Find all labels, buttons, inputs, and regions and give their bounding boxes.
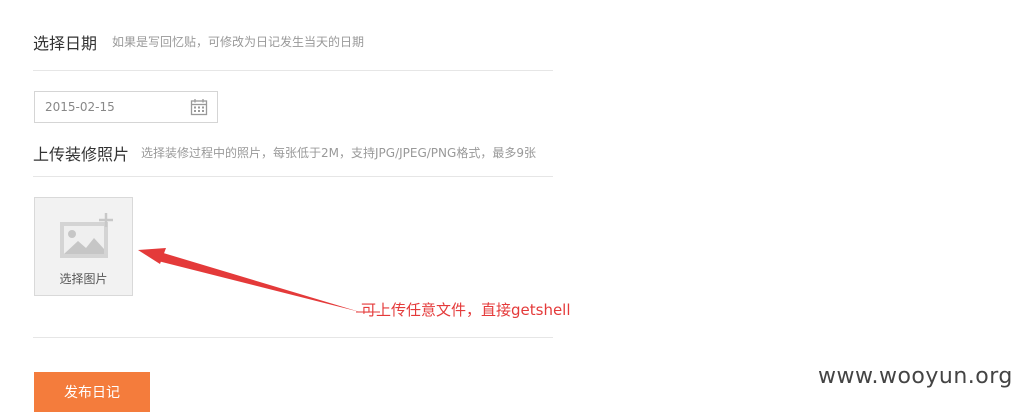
annotation-arrow bbox=[138, 248, 380, 313]
divider bbox=[33, 176, 553, 177]
photo-section-hint: 选择装修过程中的照片，每张低于2M，支持JPG/JPEG/PNG格式，最多9张 bbox=[141, 146, 536, 160]
photo-section-title: 上传装修照片 bbox=[33, 145, 130, 164]
divider bbox=[33, 337, 553, 338]
watermark: www.wooyun.org bbox=[818, 364, 1013, 389]
add-image-icon bbox=[60, 213, 113, 258]
date-value: 2015-02-15 bbox=[45, 100, 115, 114]
date-section-title: 选择日期 bbox=[33, 34, 98, 53]
calendar-icon[interactable] bbox=[190, 98, 208, 116]
date-input[interactable]: 2015-02-15 bbox=[34, 91, 218, 123]
date-section-hint: 如果是写回忆贴，可修改为日记发生当天的日期 bbox=[112, 35, 365, 49]
divider bbox=[33, 70, 553, 71]
annotation-text: 可上传任意文件，直接getshell bbox=[361, 301, 571, 319]
select-image-label: 选择图片 bbox=[59, 272, 108, 286]
publish-diary-button[interactable]: 发布日记 bbox=[34, 372, 150, 412]
select-image-button[interactable]: 选择图片 bbox=[34, 197, 133, 296]
